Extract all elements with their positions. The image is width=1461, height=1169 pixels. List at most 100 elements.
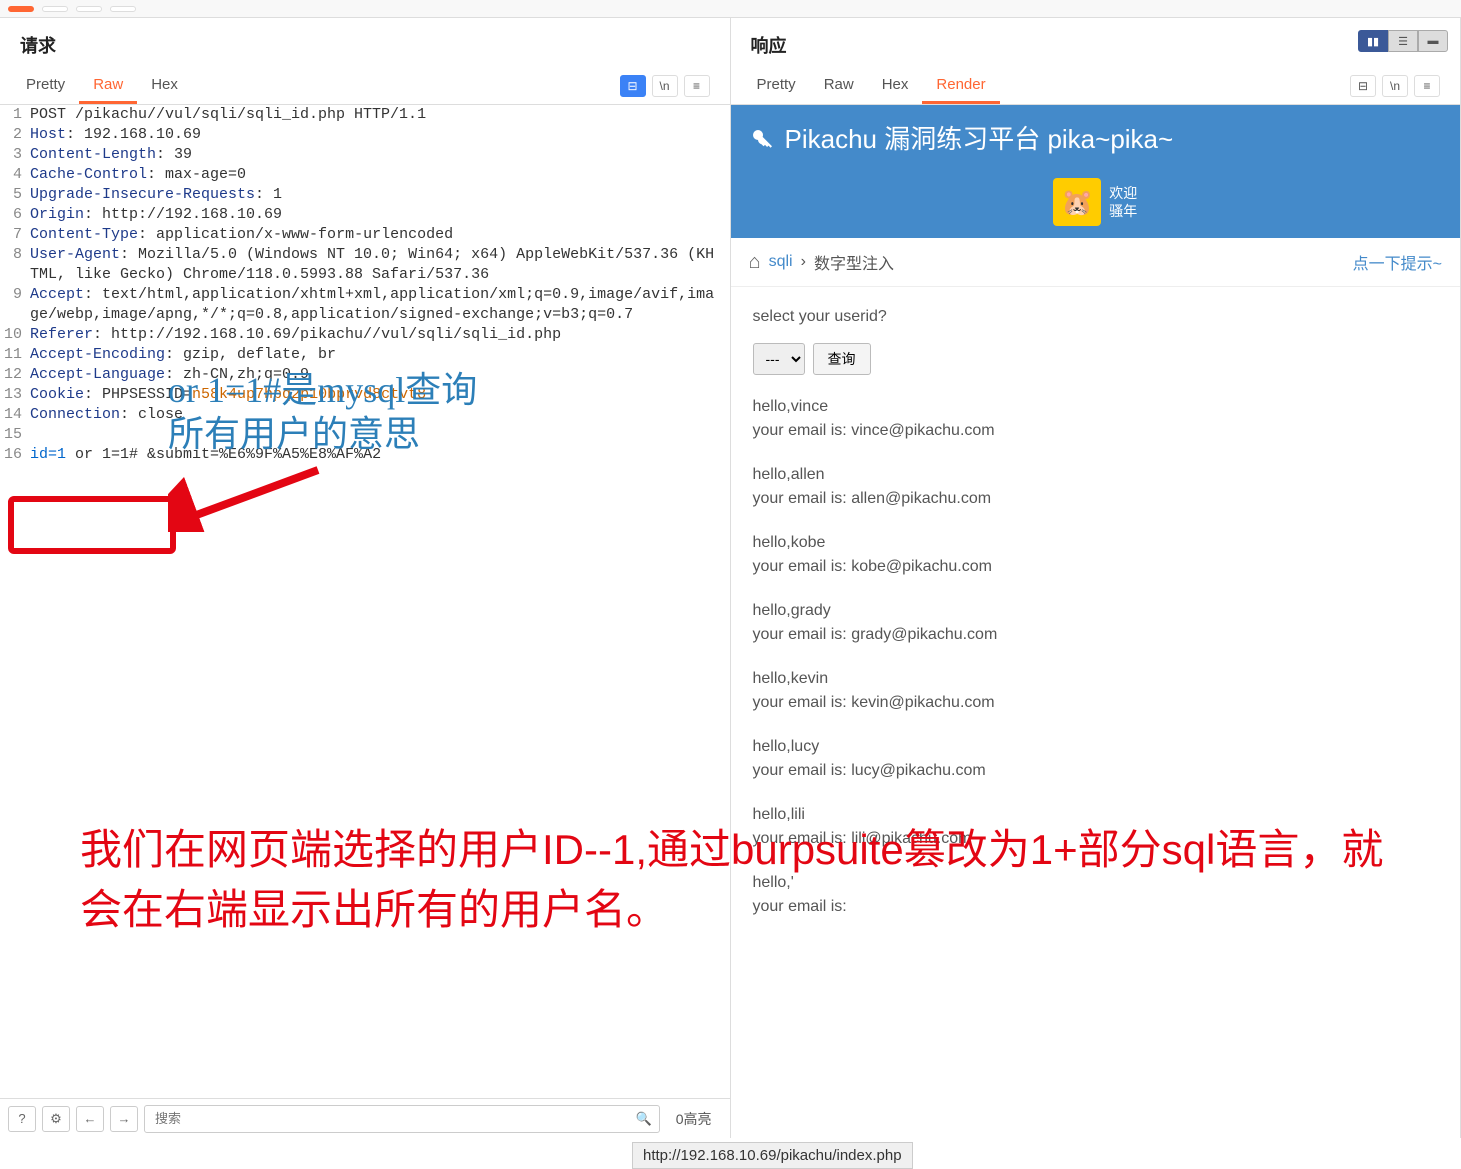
tab-pretty[interactable]: Pretty [12, 68, 79, 104]
request-panel: 请求 Pretty Raw Hex ⊟ \n ≡ 1POST /pikachu/… [0, 18, 731, 1138]
tab-hex-r[interactable]: Hex [868, 68, 923, 104]
request-editor[interactable]: 1POST /pikachu//vul/sqli/sqli_id.php HTT… [0, 105, 730, 1138]
tab-pretty-r[interactable]: Pretty [743, 68, 810, 104]
breadcrumb-current: 数字型注入 [814, 250, 894, 274]
code-text[interactable]: Cache-Control: max-age=0 [30, 165, 730, 185]
result-block: hello,gradyyour email is: grady@pikachu.… [753, 599, 1439, 647]
code-text[interactable]: Upgrade-Insecure-Requests: 1 [30, 185, 730, 205]
result-email: your email is: lucy@pikachu.com [753, 759, 1439, 783]
code-text[interactable]: Content-Length: 39 [30, 145, 730, 165]
line-number: 12 [0, 365, 30, 385]
toolbar-btn-1[interactable] [8, 6, 34, 12]
home-icon[interactable]: ⌂ [749, 251, 761, 274]
line-number: 2 [0, 125, 30, 145]
prompt-text: select your userid? [753, 305, 1439, 329]
breadcrumb-link[interactable]: sqli [769, 253, 793, 271]
prev-button[interactable]: ← [76, 1106, 104, 1132]
editor-line[interactable]: 9Accept: text/html,application/xhtml+xml… [0, 285, 730, 325]
line-number: 14 [0, 405, 30, 425]
editor-line[interactable]: 1POST /pikachu//vul/sqli/sqli_id.php HTT… [0, 105, 730, 125]
settings-button[interactable]: ⚙ [42, 1106, 70, 1132]
editor-line[interactable]: 10Referer: http://192.168.10.69/pikachu/… [0, 325, 730, 345]
response-panel: ▮▮ ☰ ▬ 响应 Pretty Raw Hex Render ⊟ \n ≡ P… [731, 18, 1461, 1138]
editor-line[interactable]: 5Upgrade-Insecure-Requests: 1 [0, 185, 730, 205]
format-icon[interactable]: ⊟ [620, 75, 646, 97]
result-email: your email is: [753, 895, 1439, 919]
editor-line[interactable]: 15 [0, 425, 730, 445]
editor-line[interactable]: 6Origin: http://192.168.10.69 [0, 205, 730, 225]
userid-select[interactable]: --- [753, 343, 805, 375]
top-toolbar [0, 0, 1461, 18]
editor-line[interactable]: 3Content-Length: 39 [0, 145, 730, 165]
tab-hex[interactable]: Hex [137, 68, 192, 104]
line-number: 4 [0, 165, 30, 185]
line-number: 15 [0, 425, 30, 445]
toolbar-btn-2[interactable] [42, 6, 68, 12]
code-text[interactable]: Accept-Encoding: gzip, deflate, br [30, 345, 730, 365]
menu-icon-r[interactable]: ≡ [1414, 75, 1440, 97]
result-hello: hello,kevin [753, 667, 1439, 691]
editor-line[interactable]: 16id=1 or 1=1# &submit=%E6%9F%A5%E8%AF%A… [0, 445, 730, 465]
pikachu-title: Pikachu 漏洞练习平台 pika~pika~ [785, 119, 1174, 156]
code-text[interactable]: Accept-Language: zh-CN,zh;q=0.9 [30, 365, 730, 385]
key-icon [751, 126, 775, 150]
code-text[interactable]: Host: 192.168.10.69 [30, 125, 730, 145]
view-stack-icon[interactable]: ☰ [1388, 30, 1418, 52]
result-block: hello,kevinyour email is: kevin@pikachu.… [753, 667, 1439, 715]
tab-render[interactable]: Render [922, 68, 999, 104]
editor-line[interactable]: 8User-Agent: Mozilla/5.0 (Windows NT 10.… [0, 245, 730, 285]
code-text[interactable]: POST /pikachu//vul/sqli/sqli_id.php HTTP… [30, 105, 730, 125]
request-tabs: Pretty Raw Hex ⊟ \n ≡ [0, 68, 730, 105]
request-footer: ? ⚙ ← → 🔍 0高亮 [0, 1098, 730, 1138]
toolbar-btn-4[interactable] [110, 6, 136, 12]
line-number: 7 [0, 225, 30, 245]
hint-link[interactable]: 点一下提示~ [1353, 250, 1442, 274]
tab-raw-r[interactable]: Raw [810, 68, 868, 104]
render-viewport[interactable]: Pikachu 漏洞练习平台 pika~pika~ 🐹 欢迎骚年 ⌂ sqli … [731, 105, 1461, 1138]
view-split-icon[interactable]: ▮▮ [1358, 30, 1388, 52]
line-number: 8 [0, 245, 30, 285]
line-number: 13 [0, 385, 30, 405]
editor-line[interactable]: 14Connection: close [0, 405, 730, 425]
code-text[interactable]: Referer: http://192.168.10.69/pikachu//v… [30, 325, 730, 345]
menu-icon[interactable]: ≡ [684, 75, 710, 97]
result-hello: hello,allen [753, 463, 1439, 487]
code-text[interactable]: Accept: text/html,application/xhtml+xml,… [30, 285, 730, 325]
code-text[interactable]: Cookie: PHPSESSID=n58k4up7hpq2p10bprvd8c… [30, 385, 730, 405]
result-block: hello,liliyour email is: lili@pikachu.co… [753, 803, 1439, 851]
toolbar-btn-3[interactable] [76, 6, 102, 12]
line-number: 10 [0, 325, 30, 345]
editor-line[interactable]: 11Accept-Encoding: gzip, deflate, br [0, 345, 730, 365]
result-hello: hello,kobe [753, 531, 1439, 555]
view-single-icon[interactable]: ▬ [1418, 30, 1448, 52]
result-hello: hello,lucy [753, 735, 1439, 759]
result-block: hello,kobeyour email is: kobe@pikachu.co… [753, 531, 1439, 579]
next-button[interactable]: → [110, 1106, 138, 1132]
editor-line[interactable]: 2Host: 192.168.10.69 [0, 125, 730, 145]
wrap-icon-r[interactable]: \n [1382, 75, 1408, 97]
view-mode-buttons: ▮▮ ☰ ▬ [1358, 30, 1448, 52]
result-block: hello,lucyyour email is: lucy@pikachu.co… [753, 735, 1439, 783]
result-email: your email is: kobe@pikachu.com [753, 555, 1439, 579]
editor-line[interactable]: 12Accept-Language: zh-CN,zh;q=0.9 [0, 365, 730, 385]
result-block: hello,vinceyour email is: vince@pikachu.… [753, 395, 1439, 443]
code-text[interactable]: Content-Type: application/x-www-form-url… [30, 225, 730, 245]
wrap-icon[interactable]: \n [652, 75, 678, 97]
code-text[interactable]: id=1 or 1=1# &submit=%E6%9F%A5%E8%AF%A2 [30, 445, 730, 465]
code-text[interactable]: Connection: close [30, 405, 730, 425]
editor-line[interactable]: 13Cookie: PHPSESSID=n58k4up7hpq2p10bprvd… [0, 385, 730, 405]
search-input[interactable] [144, 1105, 660, 1133]
code-text[interactable]: Origin: http://192.168.10.69 [30, 205, 730, 225]
format-icon-r[interactable]: ⊟ [1350, 75, 1376, 97]
query-button[interactable]: 查询 [813, 343, 871, 375]
editor-line[interactable]: 4Cache-Control: max-age=0 [0, 165, 730, 185]
search-icon[interactable]: 🔍 [636, 1111, 652, 1127]
code-text[interactable] [30, 425, 730, 445]
line-number: 6 [0, 205, 30, 225]
code-text[interactable]: User-Agent: Mozilla/5.0 (Windows NT 10.0… [30, 245, 730, 285]
tab-raw[interactable]: Raw [79, 68, 137, 104]
help-button[interactable]: ? [8, 1106, 36, 1132]
pikachu-header: Pikachu 漏洞练习平台 pika~pika~ [731, 105, 1461, 170]
result-block: hello,allenyour email is: allen@pikachu.… [753, 463, 1439, 511]
editor-line[interactable]: 7Content-Type: application/x-www-form-ur… [0, 225, 730, 245]
